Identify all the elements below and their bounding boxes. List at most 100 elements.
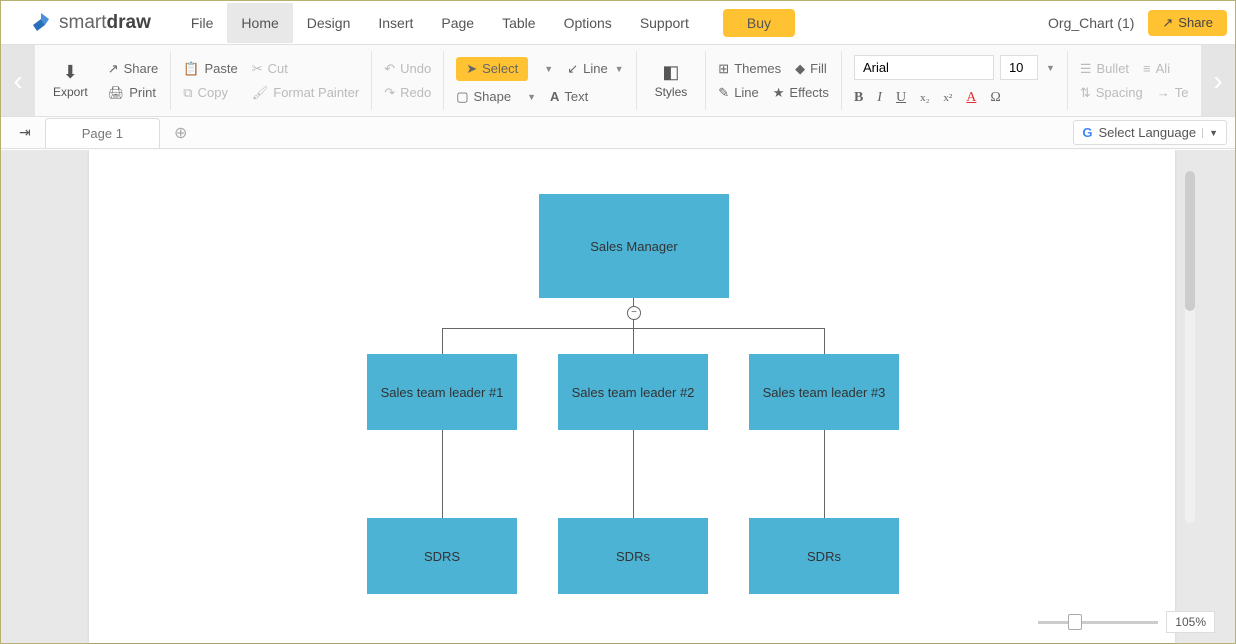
themes-icon: ⊞	[718, 61, 729, 77]
exit-icon[interactable]: ⇥	[19, 124, 31, 141]
line-tool-button[interactable]: ↙Line▼	[567, 61, 623, 77]
bullet-button[interactable]: ☰Bullet	[1080, 61, 1129, 77]
fill-button[interactable]: ◆Fill	[795, 61, 827, 77]
menu-insert[interactable]: Insert	[364, 3, 427, 43]
share-label: Share	[1178, 15, 1213, 30]
document-name: Org_Chart (1)	[1048, 15, 1134, 31]
share-ribbon-button[interactable]: ↗Share	[108, 61, 159, 77]
align-icon: ≡	[1143, 61, 1151, 76]
shape-icon: ▢	[456, 89, 468, 105]
chevron-down-icon: ▼	[1202, 128, 1218, 138]
font-color-button[interactable]: A	[966, 90, 976, 106]
brush-icon: 🖌	[252, 85, 269, 101]
org-node-sdr3[interactable]: SDRs	[749, 518, 899, 594]
star-icon: ★	[773, 85, 785, 101]
page-tab[interactable]: Page 1	[45, 118, 160, 148]
text-icon: A	[550, 89, 559, 104]
connector	[824, 430, 825, 518]
chevron-down-icon[interactable]: ▼	[1046, 63, 1055, 73]
zoom-value[interactable]: 105%	[1166, 611, 1215, 633]
copy-icon: ⧉	[183, 85, 192, 101]
text-button[interactable]: AText	[550, 89, 588, 104]
scrollbar-vertical[interactable]	[1185, 171, 1195, 523]
menu-home[interactable]: Home	[227, 3, 292, 43]
menu-support[interactable]: Support	[626, 3, 703, 43]
styles-icon: ◧	[662, 62, 679, 83]
pencil-icon: ✎	[718, 85, 729, 101]
spacing-button[interactable]: ⇅Spacing	[1080, 85, 1143, 101]
shape-button[interactable]: ▢Shape	[456, 89, 511, 105]
language-selector[interactable]: G Select Language ▼	[1073, 120, 1227, 145]
font-size-input[interactable]	[1000, 55, 1038, 80]
menu-page[interactable]: Page	[427, 3, 488, 43]
font-name-input[interactable]	[854, 55, 994, 80]
italic-button[interactable]: I	[877, 90, 882, 106]
canvas-area: − Sales Manager Sales team leader #1 Sal…	[1, 150, 1235, 643]
connector	[442, 430, 443, 518]
fill-icon: ◆	[795, 61, 805, 77]
select-button[interactable]: ➤Select	[456, 57, 528, 81]
org-node-root[interactable]: Sales Manager	[539, 194, 729, 298]
connector	[442, 328, 443, 354]
share-icon: ↗	[1162, 15, 1173, 31]
underline-button[interactable]: U	[896, 90, 906, 106]
pagebar: ⇥ Page 1 ⊕ G Select Language ▼	[1, 117, 1235, 149]
menu-file[interactable]: File	[177, 3, 228, 43]
effects-button[interactable]: ★Effects	[773, 85, 829, 101]
org-node-tl2[interactable]: Sales team leader #2	[558, 354, 708, 430]
collapse-toggle[interactable]: −	[627, 306, 641, 320]
spacing-icon: ⇅	[1080, 85, 1091, 101]
export-button[interactable]: ⬇Export	[47, 58, 94, 103]
line-style-button[interactable]: ✎Line	[718, 85, 758, 101]
scrollbar-thumb[interactable]	[1185, 171, 1195, 311]
menu-table[interactable]: Table	[488, 3, 549, 43]
paste-button[interactable]: 📋Paste	[183, 61, 237, 77]
text-options-button[interactable]: →Te	[1157, 85, 1189, 100]
chevron-down-icon[interactable]: ▼	[527, 92, 536, 102]
zoom-slider-thumb[interactable]	[1068, 614, 1082, 630]
logo[interactable]: smartdraw	[29, 11, 151, 35]
redo-button[interactable]: ↷Redo	[384, 85, 431, 101]
list-icon: ☰	[1080, 61, 1092, 77]
bold-button[interactable]: B	[854, 90, 863, 106]
canvas[interactable]: − Sales Manager Sales team leader #1 Sal…	[89, 150, 1175, 643]
org-node-sdr1[interactable]: SDRS	[367, 518, 517, 594]
paste-icon: 📋	[183, 61, 199, 77]
ribbon-collapse-left[interactable]: ‹	[1, 45, 35, 116]
superscript-button[interactable]: x²	[943, 92, 952, 104]
zoom-slider[interactable]	[1038, 621, 1158, 624]
add-page-button[interactable]: ⊕	[174, 123, 187, 143]
org-node-sdr2[interactable]: SDRs	[558, 518, 708, 594]
arrow-icon: →	[1157, 85, 1170, 100]
chevron-down-icon[interactable]: ▼	[544, 64, 553, 74]
styles-button[interactable]: ◧Styles	[649, 58, 694, 103]
menu-options[interactable]: Options	[550, 3, 626, 43]
format-painter-button[interactable]: 🖌Format Painter	[252, 85, 360, 101]
connector	[633, 328, 634, 354]
themes-button[interactable]: ⊞Themes	[718, 61, 781, 77]
symbol-button[interactable]: Ω	[990, 90, 1000, 106]
undo-button[interactable]: ↶Undo	[384, 61, 431, 77]
copy-button[interactable]: ⧉Copy	[183, 85, 237, 101]
logo-text: smartdraw	[59, 12, 151, 34]
undo-icon: ↶	[384, 61, 395, 77]
left-gutter	[1, 150, 89, 643]
ribbon-collapse-right[interactable]: ›	[1201, 45, 1235, 116]
subscript-button[interactable]: x₂	[920, 92, 929, 104]
org-node-tl1[interactable]: Sales team leader #1	[367, 354, 517, 430]
ribbon: ‹ ⬇Export ↗Share 🖨Print 📋Paste ⧉Copy ✂Cu…	[1, 45, 1235, 117]
print-button[interactable]: 🖨Print	[108, 85, 159, 101]
cursor-icon: ➤	[466, 61, 477, 77]
align-button[interactable]: ≡Ali	[1143, 61, 1170, 76]
org-node-tl3[interactable]: Sales team leader #3	[749, 354, 899, 430]
cut-button[interactable]: ✂Cut	[252, 61, 360, 77]
connector	[824, 328, 825, 354]
print-icon: 🖨	[108, 85, 125, 101]
connector	[633, 430, 634, 518]
share-button[interactable]: ↗ Share	[1148, 10, 1227, 36]
download-icon: ⬇	[63, 62, 78, 83]
zoom-control: 105%	[1038, 611, 1215, 633]
buy-button[interactable]: Buy	[723, 9, 795, 37]
menu-design[interactable]: Design	[293, 3, 365, 43]
google-icon: G	[1082, 125, 1092, 140]
